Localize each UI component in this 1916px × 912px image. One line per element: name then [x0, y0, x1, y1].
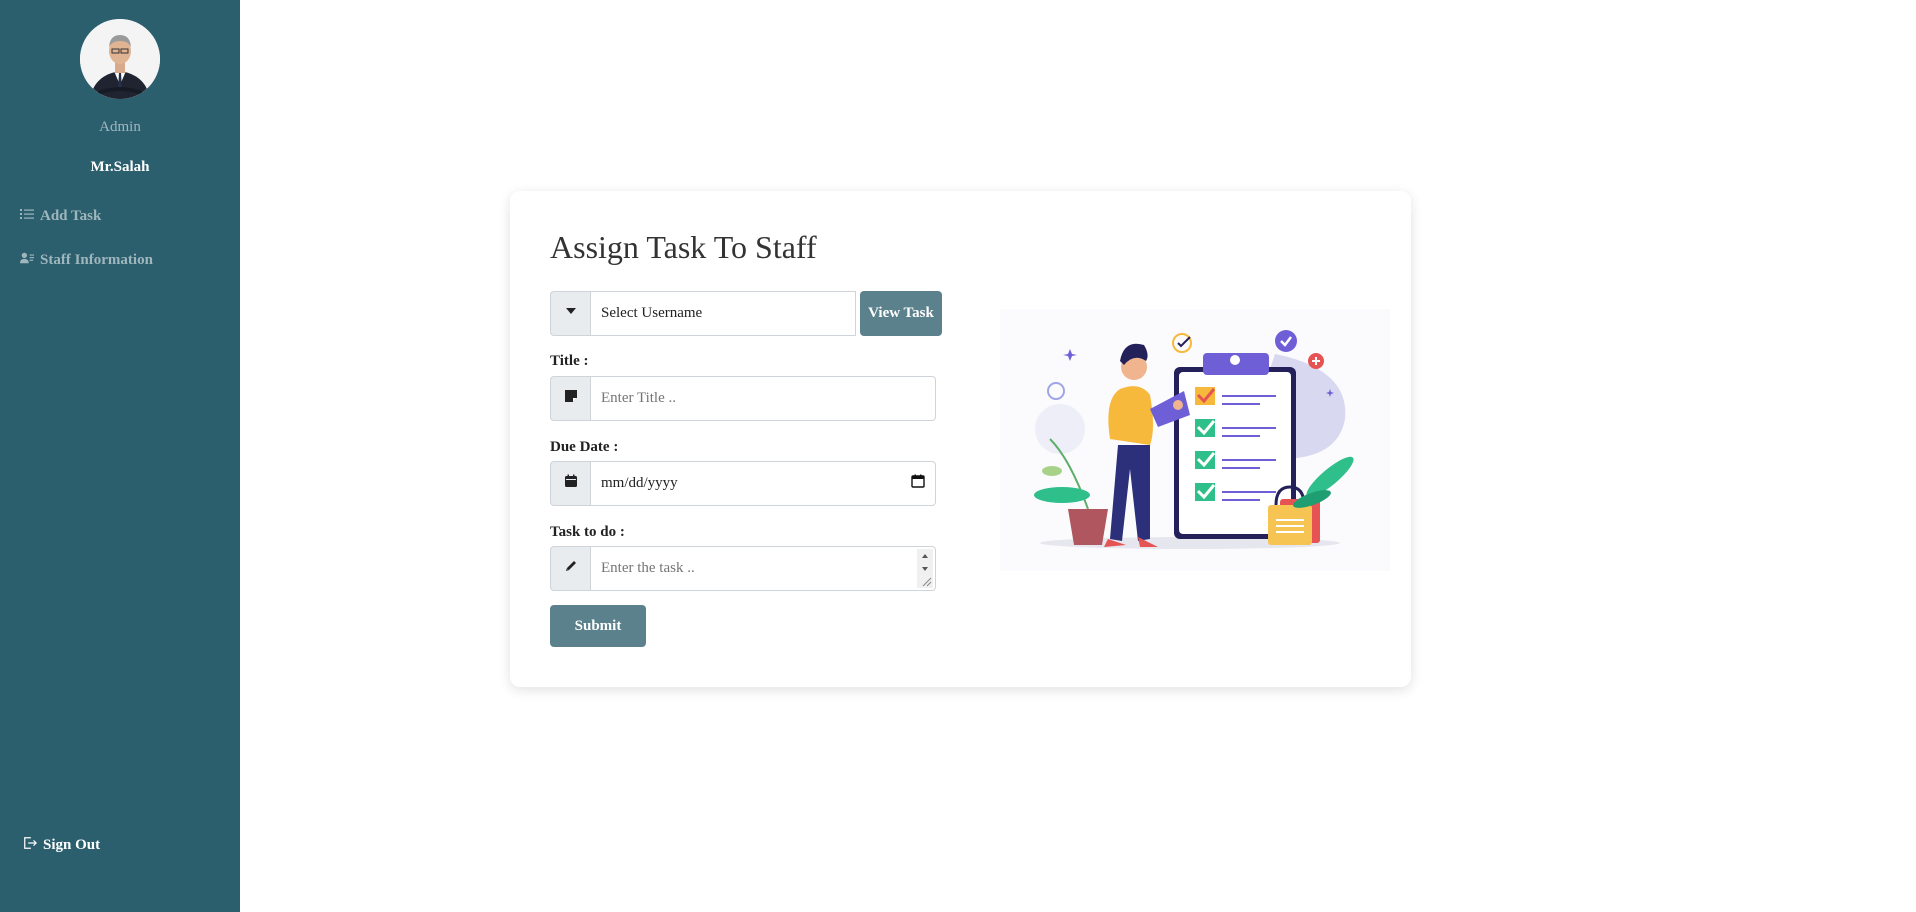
- task-textarea[interactable]: Enter the task ..: [590, 546, 936, 591]
- task-placeholder: Enter the task ..: [601, 560, 695, 576]
- date-picker-icon[interactable]: [911, 474, 925, 493]
- task-addon: [550, 546, 590, 591]
- assign-task-card: Assign Task To Staff Select Username Vie…: [510, 191, 1411, 687]
- task-illustration: [1000, 309, 1390, 571]
- title-input-group: Enter Title ..: [550, 376, 936, 421]
- title-addon: [550, 376, 590, 421]
- pencil-icon: [564, 559, 578, 578]
- sidebar-item-label: Staff Information: [40, 252, 153, 268]
- view-task-button[interactable]: View Task: [860, 291, 942, 336]
- sign-out-link[interactable]: Sign Out: [23, 836, 100, 855]
- page-title: Assign Task To Staff: [550, 229, 817, 265]
- sticky-note-icon: [564, 389, 578, 408]
- due-date-input-group: mm/dd/yyyy: [550, 461, 936, 506]
- sign-out-icon: [23, 836, 37, 855]
- list-icon: [20, 207, 34, 226]
- due-date-input[interactable]: mm/dd/yyyy: [590, 461, 936, 506]
- sidebar: Admin Mr.Salah Add Task Staff Informatio…: [0, 0, 240, 912]
- caret-down-icon: [564, 304, 578, 323]
- due-date-label: Due Date :: [550, 439, 619, 455]
- task-label: Task to do :: [550, 524, 625, 540]
- avatar: [80, 19, 160, 99]
- submit-button[interactable]: Submit: [550, 605, 646, 647]
- user-role: Admin: [99, 119, 141, 135]
- task-input-group: Enter the task ..: [550, 546, 936, 591]
- due-date-addon: [550, 461, 590, 506]
- user-name: Mr.Salah: [90, 159, 150, 175]
- due-date-value: mm/dd/yyyy: [601, 475, 678, 491]
- sidebar-item-add-task[interactable]: Add Task: [20, 207, 101, 226]
- title-input[interactable]: Enter Title ..: [590, 376, 936, 421]
- username-select[interactable]: Select Username: [590, 291, 856, 336]
- title-label: Title :: [550, 353, 589, 369]
- username-select-group: Select Username View Task: [550, 291, 942, 336]
- sidebar-item-staff-information[interactable]: Staff Information: [20, 251, 153, 270]
- user-card-icon: [20, 251, 34, 270]
- calendar-icon: [564, 474, 578, 493]
- sign-out-label: Sign Out: [43, 837, 101, 853]
- select-dropdown-toggle[interactable]: [550, 291, 590, 336]
- sidebar-item-label: Add Task: [40, 208, 102, 224]
- textarea-scroll-arrows[interactable]: [917, 549, 933, 588]
